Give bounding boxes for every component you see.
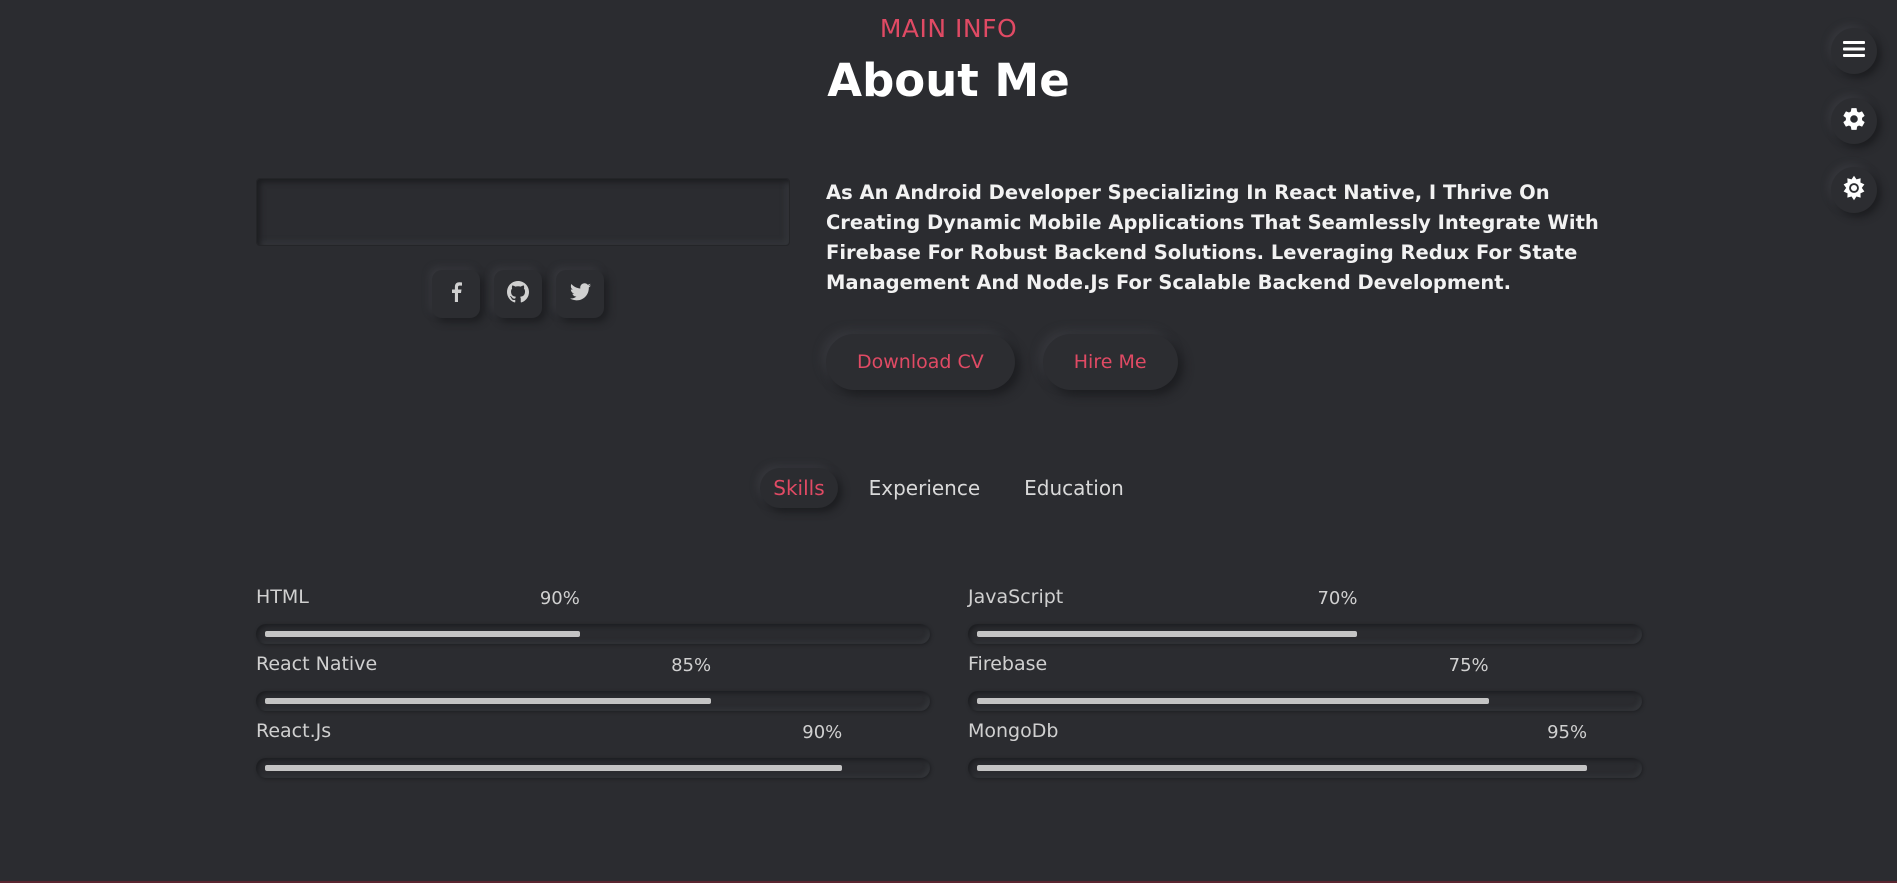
skill-percent: 75% [1448,655,1489,676]
skill-percent: 85% [671,655,712,676]
github-icon [507,281,529,307]
skill-percent: 70% [1317,588,1358,609]
skill-progress-fill [977,698,1489,704]
skill-item: React Native 85% [256,651,930,718]
social-links [432,270,604,318]
menu-icon [1843,40,1865,62]
skill-name: React.Js [256,720,332,742]
skill-percent: 95% [1547,722,1588,743]
github-button[interactable] [494,270,542,318]
skill-progress-fill [977,765,1588,771]
skill-item: HTML 90% [256,584,930,651]
skill-progress-track [968,624,1642,644]
skill-name: JavaScript [968,586,1064,608]
info-tabs: Skills Experience Education [0,468,1897,508]
skill-progress-track [256,691,930,711]
twitter-icon [569,283,591,305]
skill-progress-fill [265,765,843,771]
skill-progress-fill [977,631,1358,637]
tab-experience[interactable]: Experience [856,468,994,508]
skill-name: React Native [256,653,378,675]
facebook-button[interactable] [432,270,480,318]
skill-name: HTML [256,586,309,608]
skill-progress-fill [265,631,580,637]
hire-me-button[interactable]: Hire Me [1042,334,1178,390]
gear-icon [1841,106,1867,136]
skill-item: MongoDb 95% [968,718,1642,785]
skill-progress-track [968,758,1642,778]
skill-percent: 90% [539,588,580,609]
skill-name: MongoDb [968,720,1059,742]
about-description: As An Android Developer Specializing In … [826,181,1599,294]
skill-percent: 90% [802,722,843,743]
skills-grid: HTML 90% JavaScript 70% React Native 85%… [256,584,1642,785]
skill-item: JavaScript 70% [968,584,1642,651]
skill-progress-track [968,691,1642,711]
download-cv-button[interactable]: Download CV [826,334,1015,390]
profile-image-frame [256,178,790,246]
skill-progress-track [256,624,930,644]
sun-icon [1840,174,1868,206]
twitter-button[interactable] [556,270,604,318]
skill-progress-track [256,758,930,778]
page-title: About Me [827,54,1070,107]
cta-row: Download CV Hire Me [826,334,1178,390]
section-eyebrow: MAIN INFO [879,14,1018,43]
skill-item: Firebase 75% [968,651,1642,718]
tab-skills[interactable]: Skills [760,468,837,508]
settings-button[interactable] [1831,98,1877,144]
skill-name: Firebase [968,653,1048,675]
menu-button[interactable] [1831,28,1877,74]
tab-education[interactable]: Education [1011,468,1137,508]
facebook-icon [450,282,462,306]
skill-progress-fill [265,698,712,704]
skill-item: React.Js 90% [256,718,930,785]
theme-toggle-button[interactable] [1831,167,1877,213]
